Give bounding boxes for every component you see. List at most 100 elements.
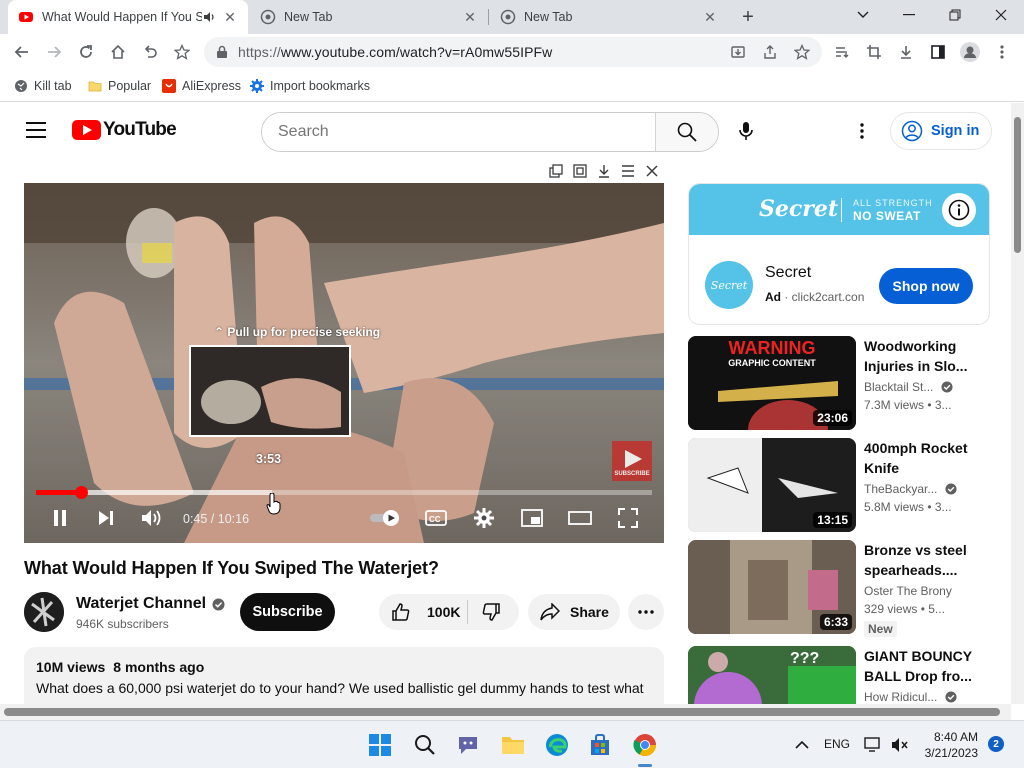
recommended-video-3[interactable]: 6:33 Bronze vs steel spearheads.... Oste… — [688, 540, 998, 637]
description-box[interactable]: 10M views 8 months ago What does a 60,000… — [24, 647, 664, 704]
downloads-icon[interactable] — [892, 38, 920, 66]
minimize-button[interactable] — [886, 0, 932, 30]
bookmark-kill-tab[interactable]: Kill tab — [14, 76, 72, 96]
tab-new-1[interactable]: New Tab ✕ — [250, 0, 488, 34]
profile-avatar-icon[interactable] — [956, 38, 984, 66]
video-thumbnail[interactable]: 13:15 — [688, 438, 856, 532]
pause-button[interactable] — [46, 505, 74, 531]
bookmark-aliexpress[interactable]: AliExpress — [162, 76, 241, 96]
menu-lines-icon[interactable] — [616, 160, 640, 182]
tray-chevron-up-icon[interactable] — [788, 731, 816, 759]
file-explorer-icon[interactable] — [499, 731, 527, 759]
guide-menu-icon[interactable] — [26, 122, 46, 138]
seek-hint-text: ⌃ Pull up for precise seeking — [214, 325, 381, 339]
tab-close-icon[interactable]: ✕ — [462, 9, 478, 26]
forward-button[interactable] — [40, 38, 68, 66]
lock-icon[interactable] — [216, 45, 228, 59]
youtube-logo[interactable]: YouTube — [72, 119, 177, 141]
settings-kebab-icon[interactable] — [850, 119, 874, 143]
back-button[interactable] — [8, 38, 36, 66]
crop-extension-icon[interactable] — [860, 38, 888, 66]
taskbar-search-icon[interactable] — [411, 731, 439, 759]
side-panel-icon[interactable] — [924, 38, 952, 66]
expand-icon[interactable] — [568, 160, 592, 182]
language-indicator[interactable]: ENG — [824, 737, 850, 751]
video-player[interactable]: ⌃ Pull up for precise seeking 3:53 SUBSC… — [24, 183, 664, 543]
tab-search-chevron-icon[interactable] — [840, 0, 886, 30]
ad-info-icon[interactable] — [942, 193, 976, 227]
tab-new-2[interactable]: New Tab ✕ — [490, 0, 728, 34]
ad-card[interactable]: Secret ALL STRENGTH NO SWEAT Secret Secr… — [688, 183, 990, 325]
vertical-scroll-thumb[interactable] — [1014, 117, 1021, 253]
install-app-icon[interactable] — [728, 42, 748, 62]
ad-banner[interactable]: Secret ALL STRENGTH NO SWEAT — [689, 184, 989, 235]
address-bar[interactable]: https://www.youtube.com/watch?v=rA0mw55I… — [204, 37, 822, 67]
share-button[interactable]: Share — [528, 594, 620, 630]
video-thumbnail[interactable]: 6:33 — [688, 540, 856, 634]
subscribe-button[interactable]: Subscribe — [240, 593, 335, 631]
channel-name[interactable]: Waterjet Channel — [76, 595, 225, 613]
new-tab-button[interactable]: + — [736, 5, 760, 29]
chrome-menu-icon[interactable] — [988, 38, 1016, 66]
captions-button[interactable]: CC — [422, 505, 450, 531]
tab-close-icon[interactable]: ✕ — [702, 9, 718, 26]
progress-scrubber[interactable] — [75, 486, 88, 499]
miniplayer-button[interactable] — [518, 505, 546, 531]
sign-in-button[interactable]: Sign in — [890, 112, 992, 150]
restore-button[interactable] — [932, 0, 978, 30]
volume-button[interactable] — [138, 505, 166, 531]
volume-muted-icon[interactable] — [886, 731, 914, 759]
undo-close-tab-icon[interactable] — [136, 38, 164, 66]
subscribe-watermark[interactable]: SUBSCRIBE — [612, 441, 652, 481]
bookmark-popular[interactable]: Popular — [88, 76, 151, 96]
share-page-icon[interactable] — [760, 42, 780, 62]
search-input[interactable] — [262, 113, 656, 151]
next-button[interactable] — [92, 505, 120, 531]
like-button[interactable]: 100K — [379, 594, 467, 630]
url-path: www.youtube.com/watch?v=rA0mw55IPFw — [280, 44, 553, 60]
shop-now-button[interactable]: Shop now — [879, 268, 973, 304]
fullscreen-button[interactable] — [614, 505, 642, 531]
autoplay-toggle[interactable] — [368, 505, 404, 531]
more-actions-button[interactable] — [628, 594, 664, 630]
search-button[interactable] — [655, 113, 718, 151]
voice-search-mic-icon[interactable] — [734, 119, 758, 143]
vertical-scrollbar[interactable] — [1011, 103, 1024, 704]
notification-badge[interactable]: 2 — [988, 736, 1004, 752]
horizontal-scroll-thumb[interactable] — [4, 708, 1000, 716]
audio-playing-icon[interactable] — [202, 9, 218, 25]
recommended-video-2[interactable]: 13:15 400mph Rocket Knife TheBackyar... … — [688, 438, 998, 532]
reload-button[interactable] — [72, 38, 100, 66]
video-thumbnail[interactable]: WARNING GRAPHIC CONTENT 23:06 — [688, 336, 856, 430]
display-network-icon[interactable] — [860, 731, 888, 759]
tab-close-icon[interactable]: ✕ — [222, 9, 238, 26]
recommended-video-4[interactable]: ??? GIANT BOUNCY BALL Drop fro... How Ri… — [688, 646, 998, 704]
channel-avatar[interactable] — [24, 592, 64, 632]
close-icon[interactable] — [640, 160, 664, 182]
progress-bar[interactable] — [36, 486, 652, 499]
chrome-taskbar-icon[interactable] — [631, 731, 659, 759]
like-count: 100K — [427, 604, 461, 620]
dislike-button[interactable] — [479, 600, 503, 624]
bookmarks-bar: Kill tab Popular AliExpress Import bookm… — [0, 70, 1024, 102]
settings-gear-icon[interactable] — [470, 505, 498, 531]
recommended-video-1[interactable]: WARNING GRAPHIC CONTENT 23:06 Woodworkin… — [688, 336, 998, 430]
system-clock[interactable]: 8:40 AM 3/21/2023 — [918, 729, 978, 761]
home-button[interactable] — [104, 38, 132, 66]
window-close-button[interactable] — [978, 0, 1024, 30]
video-thumbnail[interactable]: ??? — [688, 646, 856, 704]
tab-youtube[interactable]: What Would Happen If You Swiped The Wate… — [8, 0, 248, 34]
ad-advertiser-avatar[interactable]: Secret — [705, 261, 753, 309]
theater-mode-button[interactable] — [566, 505, 594, 531]
bookmark-star-icon[interactable] — [168, 38, 196, 66]
popout-icon[interactable] — [544, 160, 568, 182]
bookmark-page-star-icon[interactable] — [792, 42, 812, 62]
start-windows-icon[interactable] — [366, 731, 394, 759]
horizontal-scrollbar[interactable] — [0, 704, 1011, 720]
download-arrow-icon[interactable] — [592, 160, 616, 182]
edge-browser-icon[interactable] — [543, 731, 571, 759]
reading-list-icon[interactable] — [828, 38, 856, 66]
microsoft-store-icon[interactable] — [586, 731, 614, 759]
bookmark-import[interactable]: Import bookmarks — [250, 76, 370, 96]
teams-chat-icon[interactable] — [454, 731, 482, 759]
